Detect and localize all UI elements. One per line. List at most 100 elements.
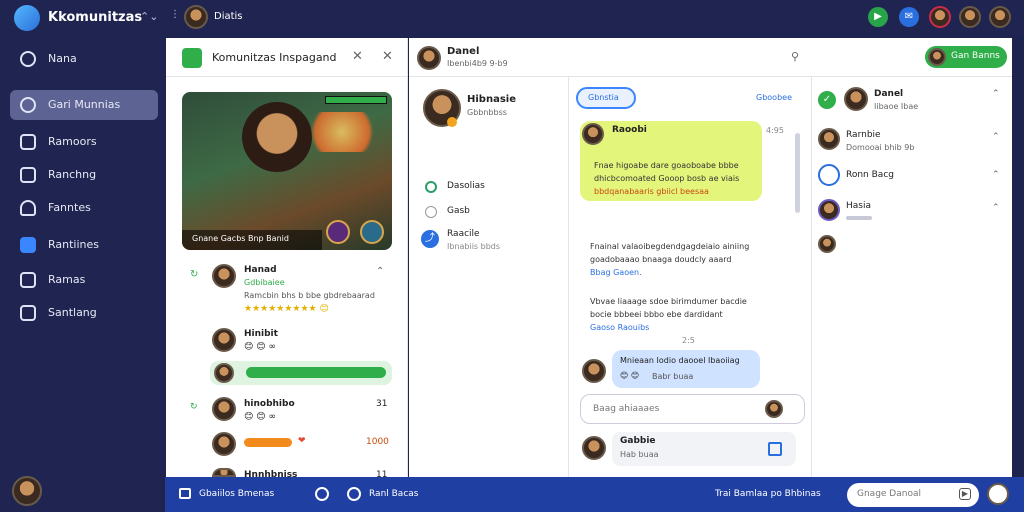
radio-option-2[interactable] [425,206,437,218]
refresh-icon[interactable]: ↻ [190,269,198,280]
right-avatar-2[interactable] [818,128,840,150]
bottom-right-label: Trai Bamlaa po Bhbinas [715,489,821,499]
input-placeholder: Baag ahiaaaes [593,404,660,414]
sidebar-item-mail[interactable]: Ramas [10,265,158,295]
bottom-bar: Gbaiilos Bmenas Ranl Bacas Trai Bamlaa p… [165,477,1024,512]
skill-icon-1[interactable] [326,220,350,244]
feed-avatar-1[interactable] [212,264,236,288]
menu-dots-icon[interactable]: ⋮ [170,9,180,20]
loop-icon[interactable] [315,487,329,501]
chat-icon [20,97,36,113]
chevron-up-icon-2[interactable]: ⌃ [992,132,1000,142]
status-online-icon[interactable]: ▶ [868,7,888,27]
feed-avatar-6[interactable] [212,468,236,477]
main-panel: Danel Ibenbi4b9 9-b9 ⚲ Gan Banns Hibnasi… [409,38,1012,477]
app-logo-icon [14,5,40,31]
feed-avatar-5[interactable] [212,432,236,456]
sidebar-item-rooms[interactable]: Ramoors [10,127,158,157]
skill-icon-2[interactable] [360,220,384,244]
right-avatar-4[interactable] [818,199,840,221]
game-banner[interactable]: Gnane Gacbs Bnp Banid [182,92,392,250]
message-bubble-1[interactable]: Raoobi Fnae higoabe dare goaoboabe bbbe … [580,121,762,201]
send-icon[interactable]: ▶ [959,488,971,500]
option-label-1: Dasolias [447,181,485,191]
feed-avatar-2[interactable] [212,328,236,352]
avatar-3[interactable] [989,6,1011,28]
collapse-icon[interactable]: ✕ [352,49,363,64]
sidebar-item-communities[interactable]: Gari Munnias [10,90,158,120]
bottom-mid-label[interactable]: Ranl Bacas [369,489,418,499]
bottom-search-input[interactable]: Gnage Danoal ▶ [847,483,979,507]
right-name-1: Danel [874,89,904,99]
radio-option-1[interactable] [425,181,437,193]
message-input[interactable]: Baag ahiaaaes [580,394,805,424]
check-icon[interactable]: ✓ [818,91,836,109]
window-icon[interactable] [179,488,191,499]
community-panel: Komunitzas Inspagand ✕ ✕ Gnane Gacbs Bnp… [166,38,408,480]
health-bar [325,96,387,104]
chevron-up-icon-3[interactable]: ⌃ [992,170,1000,180]
pin-icon[interactable]: ⚲ [791,50,799,63]
sidebar-item-settings[interactable]: Santlang [10,298,158,328]
expand-square-icon[interactable] [768,442,782,456]
msg-avatar-4 [582,359,606,383]
reaction-row-2: 😊 😊 ∞ [244,412,276,422]
feed-highlight-row[interactable] [210,361,392,385]
expand-icon[interactable]: ⌃ [376,266,384,277]
divider [166,76,408,77]
tab-active-label: Gbnstia [588,93,619,102]
tab-active[interactable]: Gbnstia [576,87,636,109]
right-avatar-5[interactable] [818,235,836,253]
right-list: ✓ Danel Iibaoe Ibae ⌃ Rarnbie Domooai bh… [811,77,1012,477]
top-bar: Kkomunitzas ⌃⌄ ⋮ Diatis ▶ ✉ [0,0,1024,36]
refresh-icon-2[interactable]: ↻ [190,402,198,412]
sidebar-item-routines[interactable]: Rantiines [10,230,158,260]
feed-avatar-4[interactable] [212,397,236,421]
chevron-up-icon-1[interactable]: ⌃ [992,89,1000,99]
notifications-icon[interactable]: ✉ [899,7,919,27]
feed-name-3: hinobhibo [244,399,295,409]
option-label-3: Raacile [447,229,480,239]
bottom-avatar[interactable] [987,483,1009,505]
tab-other[interactable]: Gboobee [756,93,792,102]
header-avatar[interactable] [417,46,441,70]
game-caption: Gnane Gacbs Bnp Banid [192,234,289,243]
input-avatar [765,400,783,418]
sidebar-item-friends[interactable]: Fanntes [10,193,158,223]
cta-label: Gan Banns [951,51,1000,61]
person-icon [20,200,36,216]
sidebar-item-home[interactable]: Nana [10,44,158,74]
reply-name: Gabbie [620,436,656,446]
day-label: 2:5 [682,336,695,345]
close-icon[interactable]: ✕ [382,49,393,64]
msg-name-1: Raoobi [612,125,647,135]
avatar-2[interactable] [959,6,981,28]
right-name-3: Ronn Bacg [846,170,894,180]
msg-text-1: Fnae higoabe dare goaoboabe bbbe dhicbco… [594,161,740,196]
reply-avatar[interactable] [582,436,606,460]
right-sub-2: Domooai bhib 9b [846,143,915,152]
avatar-1[interactable] [929,6,951,28]
user-avatar[interactable] [184,5,208,29]
feed-sub-1: Gdbibaiee [244,278,285,287]
right-avatar-3[interactable] [818,164,840,186]
calendar-icon [20,237,36,253]
share-icon[interactable]: ⤴ [421,230,439,248]
profile-avatar[interactable] [12,476,42,506]
feed-name-2: Hinibit [244,329,278,339]
cta-button[interactable]: Gan Banns [925,46,1007,68]
globe-icon[interactable] [347,487,361,501]
caret-icon[interactable]: ⌃⌄ [140,10,158,23]
bottom-left-label[interactable]: Gbaiilos Bmenas [199,489,274,499]
right-name-4: Hasia [846,201,871,211]
reply-card[interactable]: Gabbie Hab buaa [612,432,796,466]
header-contact-name: Danel [447,46,480,57]
contacts-column: Hibnasie Gbbnbbss Dasolias Gasb ⤴ Raacil… [409,77,569,477]
message-bubble-4[interactable]: Mnieaan Iodio daooel Ibaoiiag Babr buaa … [612,350,760,388]
user-name: Diatis [214,11,243,22]
right-avatar-1[interactable] [844,87,868,111]
sidebar-item-ranch[interactable]: Ranchng [10,160,158,190]
chat-scrollbar[interactable] [795,133,800,213]
msg-text-4: Mnieaan Iodio daooel Ibaoiiag [620,356,740,365]
chevron-up-icon-4[interactable]: ⌃ [992,203,1000,213]
